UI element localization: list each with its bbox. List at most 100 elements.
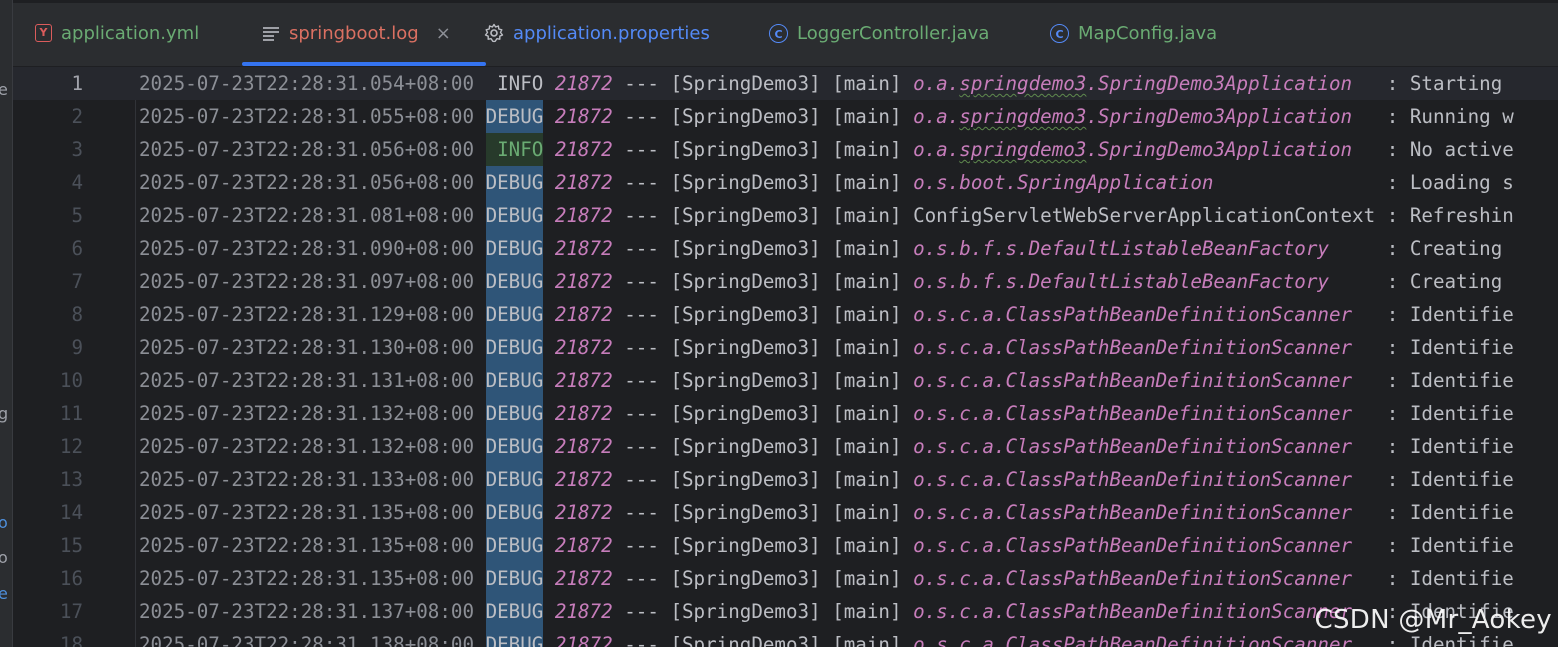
log-line[interactable]: 15 2025-07-23T22:28:31.135+08:00 DEBUG 21…	[13, 529, 1558, 562]
log-padding	[1352, 336, 1375, 359]
log-padding	[1352, 369, 1375, 392]
log-separator: ---	[624, 633, 659, 647]
log-text: 2025-07-23T22:28:31.056+08:00 DEBUG 2187…	[139, 166, 1514, 199]
log-level: DEBUG	[485, 364, 544, 397]
log-pid: 21872	[554, 633, 613, 647]
log-line[interactable]: 4 2025-07-23T22:28:31.056+08:00 DEBUG 218…	[13, 166, 1558, 199]
tab-application-yml[interactable]: Y application.yml	[35, 0, 199, 66]
log-separator: ---	[624, 237, 659, 260]
log-line[interactable]: 11 2025-07-23T22:28:31.132+08:00 DEBUG 21…	[13, 397, 1558, 430]
log-level: DEBUG	[485, 298, 544, 331]
log-line[interactable]: 10 2025-07-23T22:28:31.131+08:00 DEBUG 21…	[13, 364, 1558, 397]
log-level: DEBUG	[485, 166, 544, 199]
log-message: : Identifie	[1386, 369, 1514, 392]
log-pid: 21872	[554, 402, 613, 425]
log-line[interactable]: 16 2025-07-23T22:28:31.135+08:00 DEBUG 21…	[13, 562, 1558, 595]
log-level: INFO	[485, 133, 544, 166]
log-pid: 21872	[554, 600, 613, 623]
log-line[interactable]: 2 2025-07-23T22:28:31.055+08:00 DEBUG 218…	[13, 100, 1558, 133]
project-panel-edge[interactable]: e g o o e	[0, 0, 13, 647]
log-padding	[1352, 435, 1375, 458]
log-message: : Starting	[1386, 72, 1503, 95]
log-line[interactable]: 6 2025-07-23T22:28:31.090+08:00 DEBUG 218…	[13, 232, 1558, 265]
log-line[interactable]: 8 2025-07-23T22:28:31.129+08:00 DEBUG 218…	[13, 298, 1558, 331]
log-timestamp: 2025-07-23T22:28:31.130+08:00	[139, 336, 475, 359]
log-thread: [main]	[832, 501, 902, 524]
log-message: : No active	[1386, 138, 1514, 161]
log-timestamp: 2025-07-23T22:28:31.055+08:00	[139, 105, 475, 128]
log-logger: o.s.c.a.ClassPathBeanDefinitionScanner	[913, 567, 1353, 590]
line-number: 14	[59, 501, 83, 524]
log-app-name: [SpringDemo3]	[670, 468, 821, 491]
log-logger: o.s.c.a.ClassPathBeanDefinitionScanner	[913, 336, 1353, 359]
log-timestamp: 2025-07-23T22:28:31.132+08:00	[139, 435, 475, 458]
log-separator: ---	[624, 204, 659, 227]
log-line[interactable]: 12 2025-07-23T22:28:31.132+08:00 DEBUG 21…	[13, 430, 1558, 463]
log-thread: [main]	[832, 270, 902, 293]
log-thread: [main]	[832, 105, 902, 128]
log-thread: [main]	[832, 369, 902, 392]
tab-map-config[interactable]: C MapConfig.java	[1050, 0, 1217, 66]
log-app-name: [SpringDemo3]	[670, 501, 821, 524]
line-number: 2	[71, 105, 83, 128]
log-thread: [main]	[832, 171, 902, 194]
log-thread: [main]	[832, 138, 902, 161]
log-thread: [main]	[832, 468, 902, 491]
log-logger: o.s.c.a.ClassPathBeanDefinitionScanner	[913, 501, 1353, 524]
tab-application-properties[interactable]: application.properties	[484, 0, 710, 66]
log-message: : Running w	[1386, 105, 1514, 128]
line-number: 12	[59, 435, 83, 458]
log-timestamp: 2025-07-23T22:28:31.056+08:00	[139, 171, 475, 194]
log-text: 2025-07-23T22:28:31.131+08:00 DEBUG 2187…	[139, 364, 1514, 397]
line-number: 6	[71, 237, 83, 260]
log-pid: 21872	[554, 468, 613, 491]
log-line[interactable]: 9 2025-07-23T22:28:31.130+08:00 DEBUG 218…	[13, 331, 1558, 364]
log-logger: o.a.springdemo3.SpringDemo3Application	[913, 72, 1352, 95]
log-line[interactable]: 1 2025-07-23T22:28:31.054+08:00 INFO 2187…	[13, 67, 1558, 100]
log-separator: ---	[624, 501, 659, 524]
line-number: 4	[71, 171, 83, 194]
close-icon[interactable]: ×	[436, 23, 451, 44]
log-level: DEBUG	[485, 100, 544, 133]
log-pid: 21872	[554, 72, 613, 95]
log-app-name: [SpringDemo3]	[670, 402, 821, 425]
log-padding	[1329, 270, 1375, 293]
log-text: 2025-07-23T22:28:31.055+08:00 DEBUG 2187…	[139, 100, 1514, 133]
logger-class: .SpringDemo3Application	[1086, 105, 1353, 128]
log-text: 2025-07-23T22:28:31.054+08:00 INFO 21872…	[139, 67, 1502, 100]
log-logger: o.s.c.a.ClassPathBeanDefinitionScanner	[913, 369, 1353, 392]
logger-package-warning: springdemo3	[959, 72, 1087, 95]
line-number: 17	[59, 600, 83, 623]
logger-class: .SpringDemo3Application	[1086, 138, 1353, 161]
log-separator: ---	[624, 171, 659, 194]
log-line[interactable]: 3 2025-07-23T22:28:31.056+08:00 INFO 2187…	[13, 133, 1558, 166]
log-separator: ---	[624, 138, 659, 161]
log-message: : Identifie	[1386, 567, 1514, 590]
log-thread: [main]	[832, 567, 902, 590]
log-app-name: [SpringDemo3]	[670, 138, 821, 161]
log-message: : Identifie	[1386, 633, 1514, 647]
tab-label: springboot.log	[289, 22, 419, 44]
log-line[interactable]: 7 2025-07-23T22:28:31.097+08:00 DEBUG 218…	[13, 265, 1558, 298]
log-line[interactable]: 5 2025-07-23T22:28:31.081+08:00 DEBUG 218…	[13, 199, 1558, 232]
tab-logger-controller[interactable]: C LoggerController.java	[769, 0, 989, 66]
log-line[interactable]: 13 2025-07-23T22:28:31.133+08:00 DEBUG 21…	[13, 463, 1558, 496]
log-separator: ---	[624, 435, 659, 458]
log-line[interactable]: 14 2025-07-23T22:28:31.135+08:00 DEBUG 21…	[13, 496, 1558, 529]
log-text: 2025-07-23T22:28:31.130+08:00 DEBUG 2187…	[139, 331, 1514, 364]
log-timestamp: 2025-07-23T22:28:31.135+08:00	[139, 501, 475, 524]
tab-label: application.yml	[61, 22, 200, 44]
log-text: 2025-07-23T22:28:31.129+08:00 DEBUG 2187…	[139, 298, 1514, 331]
log-level: DEBUG	[485, 595, 544, 628]
log-app-name: [SpringDemo3]	[670, 633, 821, 647]
log-padding	[1352, 303, 1375, 326]
line-number: 5	[71, 204, 83, 227]
log-pid: 21872	[554, 270, 613, 293]
log-pid: 21872	[554, 138, 613, 161]
logger-prefix: o.a.	[913, 105, 960, 128]
side-fragment: e	[0, 80, 8, 99]
log-editor[interactable]: 1 2025-07-23T22:28:31.054+08:00 INFO 2187…	[13, 67, 1558, 647]
tab-springboot-log[interactable]: springboot.log ×	[242, 0, 486, 66]
log-logger: o.s.c.a.ClassPathBeanDefinitionScanner	[913, 600, 1353, 623]
line-number: 1	[71, 72, 83, 95]
